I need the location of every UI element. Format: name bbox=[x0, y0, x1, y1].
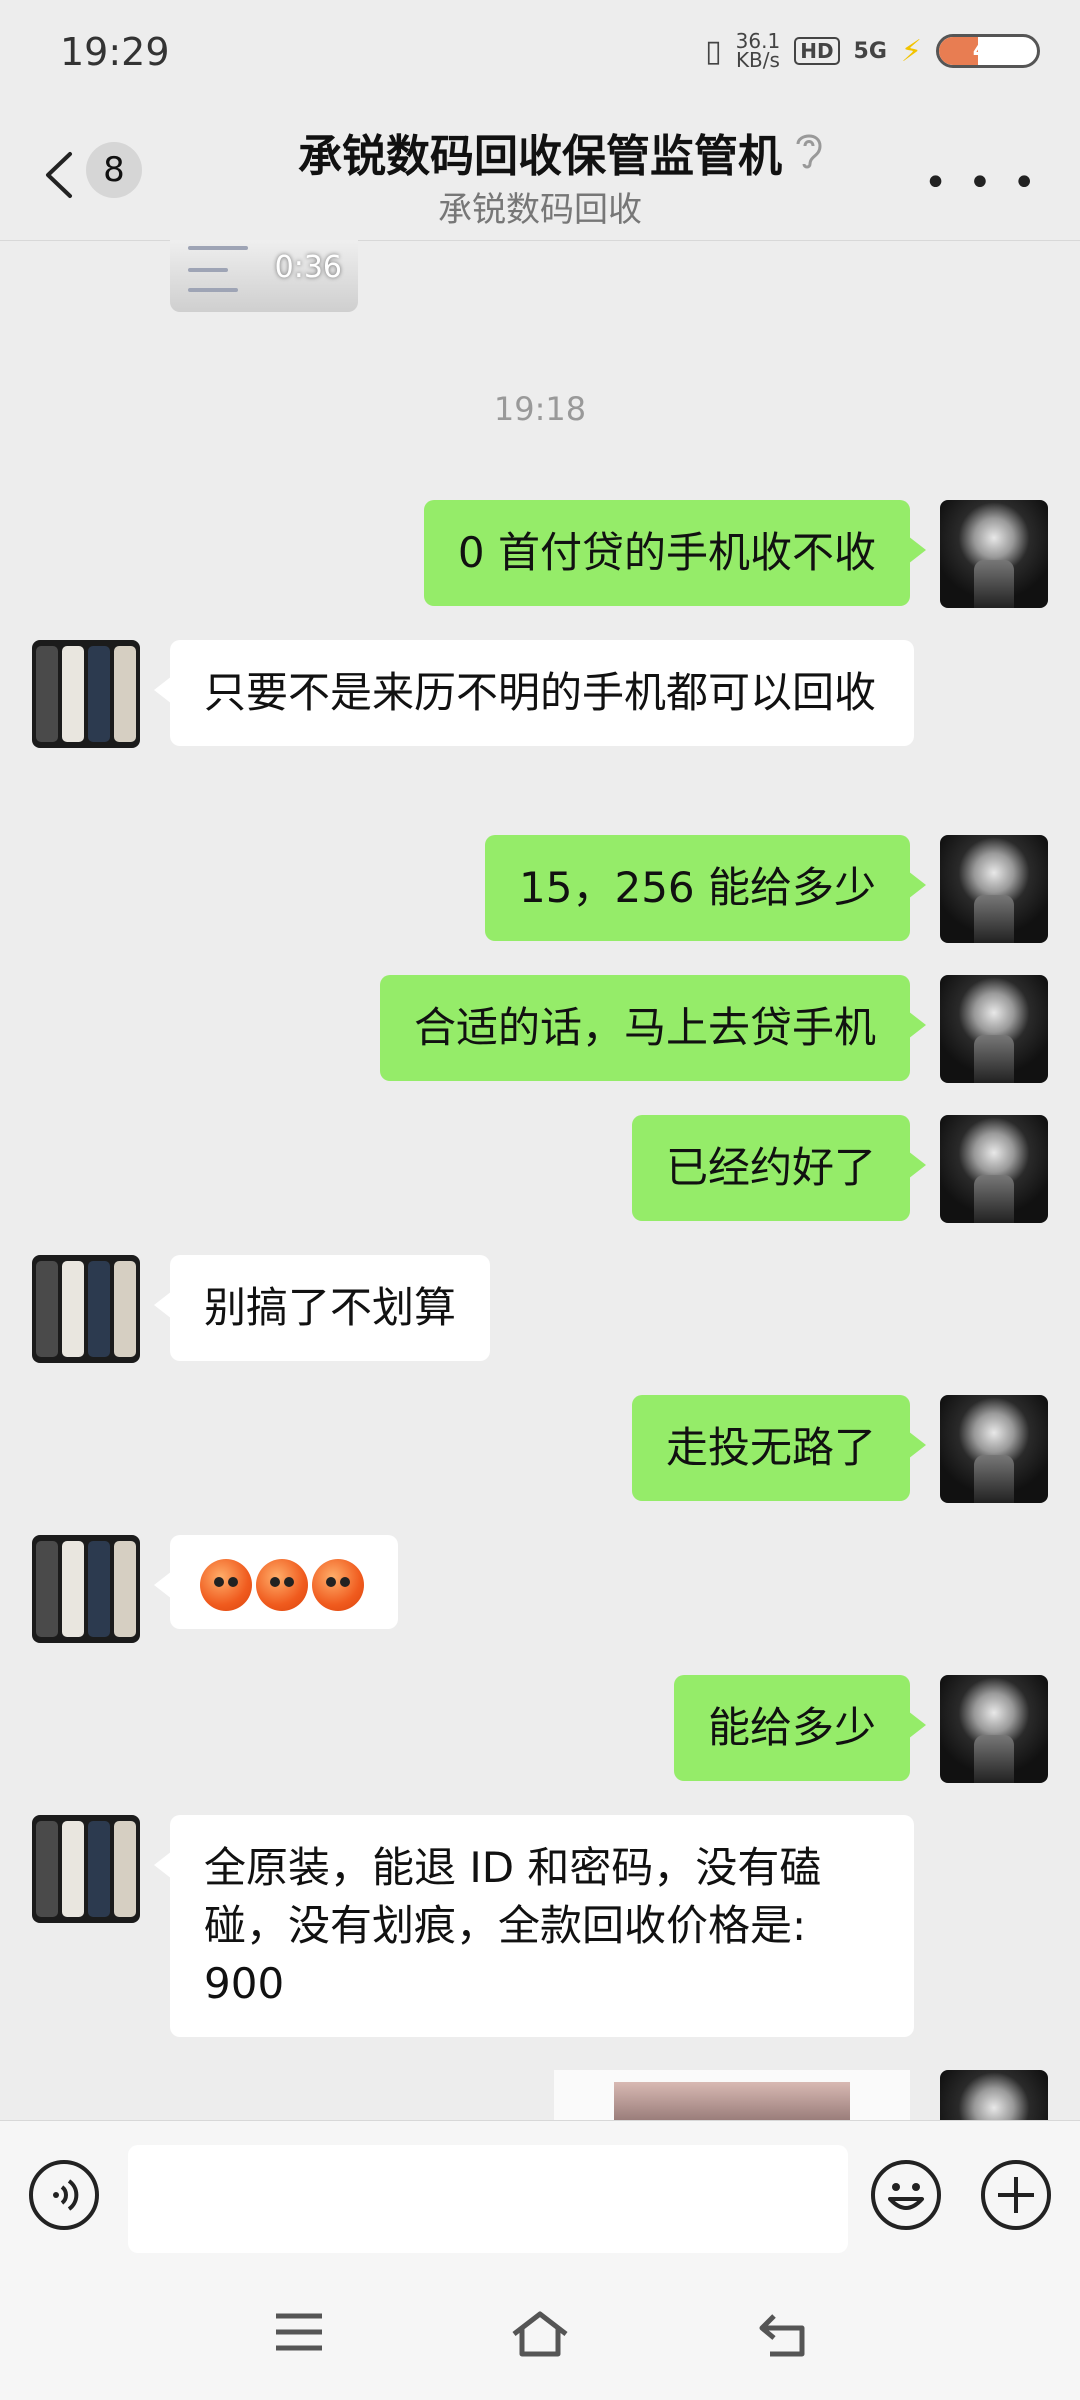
my-message-bubble[interactable]: 走投无路了 bbox=[631, 1395, 927, 1501]
phone-graphic bbox=[36, 1541, 58, 1637]
emoji-face-icon[interactable] bbox=[870, 2159, 942, 2231]
vibrate-icon: ▯ bbox=[705, 33, 722, 69]
contact-avatar[interactable] bbox=[32, 1535, 140, 1643]
my-avatar[interactable] bbox=[940, 1675, 1048, 1783]
my-avatar[interactable] bbox=[940, 1115, 1048, 1223]
phone-graphic bbox=[88, 1541, 110, 1637]
back-nav-icon[interactable] bbox=[756, 2310, 810, 2358]
thumbnail-line bbox=[188, 288, 238, 292]
my-message-bubble[interactable]: 已经约好了 bbox=[631, 1115, 927, 1221]
contact-avatar[interactable] bbox=[32, 1815, 140, 1923]
my-message-bubble[interactable]: 能给多少 bbox=[673, 1675, 927, 1781]
network-speed: 36.1 KB/s bbox=[735, 31, 781, 72]
my-avatar[interactable] bbox=[940, 1395, 1048, 1503]
my-message-bubble[interactable]: 15，256 能给多少 bbox=[485, 835, 926, 941]
sweat-face-emoji-icon bbox=[312, 1558, 364, 1611]
sweat-face-emoji-icon bbox=[256, 1558, 308, 1611]
message-list[interactable]: 0:36 19:18 0 首付贷的手机收不收 只要不是来历不明的手机都可以回收 … bbox=[0, 240, 1080, 2120]
thumbnail-line bbox=[188, 246, 248, 250]
system-navigation-bar bbox=[0, 2270, 1080, 2400]
ear-icon bbox=[796, 134, 822, 169]
contact-emoji-bubble[interactable] bbox=[154, 1535, 398, 1629]
my-message-bubble[interactable]: 合适的话，马上去贷手机 bbox=[379, 975, 927, 1081]
battery-level-text: 40 bbox=[972, 39, 1004, 64]
image-preview bbox=[614, 2082, 850, 2120]
status-time: 19:29 bbox=[60, 30, 170, 74]
sweat-face-emoji-icon bbox=[200, 1558, 252, 1611]
chat-title: 承锐数码回收保管监管机 bbox=[298, 131, 782, 182]
hd-icon: HD bbox=[794, 37, 840, 65]
contact-avatar[interactable] bbox=[32, 1255, 140, 1363]
chat-subtitle: 承锐数码回收 bbox=[438, 190, 642, 230]
image-message-thumbnail[interactable] bbox=[554, 2070, 910, 2120]
phone-graphic bbox=[62, 646, 84, 742]
message-input[interactable] bbox=[128, 2145, 848, 2253]
status-icons: ▯ 36.1 KB/s HD 5G ⚡ 40 bbox=[705, 31, 1040, 72]
network-speed-unit: KB/s bbox=[735, 48, 780, 72]
contact-message-bubble[interactable]: 只要不是来历不明的手机都可以回收 bbox=[154, 640, 914, 746]
my-avatar[interactable] bbox=[940, 835, 1048, 943]
thumbnail-line bbox=[188, 268, 228, 272]
contact-message-bubble[interactable]: 别搞了不划算 bbox=[153, 1255, 491, 1361]
signal-icon: 5G bbox=[853, 38, 887, 64]
phone-graphic bbox=[88, 1821, 110, 1917]
phone-graphic bbox=[62, 1541, 84, 1637]
message-timestamp: 19:18 bbox=[493, 390, 587, 428]
contact-message-bubble[interactable]: 全原装，能退 ID 和密码，没有磕碰，没有划痕，全款回收价格是: 900 bbox=[154, 1815, 914, 2037]
voice-icon[interactable] bbox=[28, 2159, 100, 2231]
my-message-bubble[interactable]: 0 首付贷的手机收不收 bbox=[423, 500, 927, 606]
video-duration: 0:36 bbox=[274, 250, 342, 285]
phone-graphic bbox=[114, 646, 136, 742]
phone-graphic bbox=[62, 1821, 84, 1917]
more-icon[interactable]: • • • bbox=[924, 160, 1040, 206]
phone-graphic bbox=[114, 1261, 136, 1357]
phone-graphic bbox=[114, 1821, 136, 1917]
video-message-thumbnail[interactable]: 0:36 bbox=[170, 240, 358, 312]
my-avatar[interactable] bbox=[940, 500, 1048, 608]
phone-graphic bbox=[62, 1261, 84, 1357]
contact-avatar[interactable] bbox=[32, 640, 140, 748]
battery-icon: 40 bbox=[936, 34, 1040, 68]
status-bar: 19:29 ▯ 36.1 KB/s HD 5G ⚡ 40 bbox=[0, 0, 1080, 110]
charging-bolt-icon: ⚡ bbox=[900, 33, 922, 69]
menu-icon[interactable] bbox=[272, 2310, 326, 2354]
phone-graphic bbox=[88, 646, 110, 742]
phone-graphic bbox=[36, 1261, 58, 1357]
add-icon[interactable] bbox=[980, 2159, 1052, 2231]
my-avatar[interactable] bbox=[940, 2070, 1048, 2120]
phone-graphic bbox=[114, 1541, 136, 1637]
phone-graphic bbox=[88, 1261, 110, 1357]
my-avatar[interactable] bbox=[940, 975, 1048, 1083]
phone-graphic bbox=[36, 646, 58, 742]
input-bar bbox=[0, 2120, 1080, 2271]
phone-graphic bbox=[36, 1821, 58, 1917]
chat-header: 8 承锐数码回收保管监管机 承锐数码回收 • • • bbox=[0, 110, 1080, 241]
home-icon[interactable] bbox=[510, 2310, 570, 2358]
